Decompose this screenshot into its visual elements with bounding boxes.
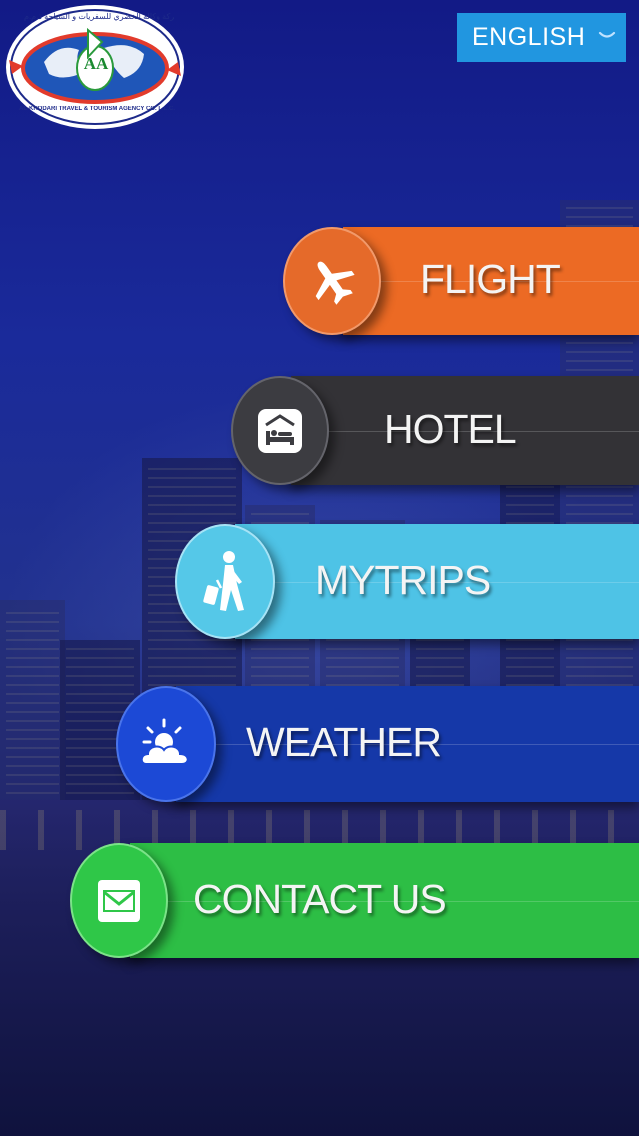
mytrips-label: MYTRIPS <box>315 557 491 603</box>
flight-label: FLIGHT <box>420 256 561 302</box>
language-select-value: ENGLISH <box>472 23 586 51</box>
weather-label: WEATHER <box>246 719 442 765</box>
flight-icon-circle <box>283 227 381 335</box>
agency-logo: AA شركة وكالة الخضري للسفريات و السياحة … <box>4 2 186 132</box>
flight-button[interactable]: FLIGHT <box>283 227 639 335</box>
logo-monogram: AA <box>83 54 109 73</box>
hotel-button[interactable]: HOTEL <box>231 376 639 485</box>
mytrips-icon-circle <box>175 524 275 639</box>
logo-arabic-text: شركة وكالة الخضري للسفريات و السياحة ذ.م… <box>24 12 174 21</box>
language-select[interactable]: ENGLISH <box>457 13 626 62</box>
envelope-icon <box>98 879 140 922</box>
hotel-icon-circle <box>231 376 329 485</box>
contact-us-button[interactable]: CONTACT US <box>70 843 639 958</box>
hotel-label: HOTEL <box>384 406 517 452</box>
mytrips-button[interactable]: MYTRIPS <box>175 524 639 639</box>
chevron-down-icon <box>598 31 616 38</box>
contact-us-icon-circle <box>70 843 168 958</box>
hotel-icon <box>258 408 302 453</box>
weather-icon <box>140 718 189 765</box>
airplane-icon <box>315 261 355 305</box>
logo-english-text: AL-KHODARI TRAVEL & TOURISM AGENCY CO. L… <box>18 106 175 112</box>
weather-icon-circle <box>116 686 216 802</box>
traveler-icon <box>203 550 244 611</box>
weather-button[interactable]: WEATHER <box>116 686 639 802</box>
contact-us-label: CONTACT US <box>193 876 447 922</box>
